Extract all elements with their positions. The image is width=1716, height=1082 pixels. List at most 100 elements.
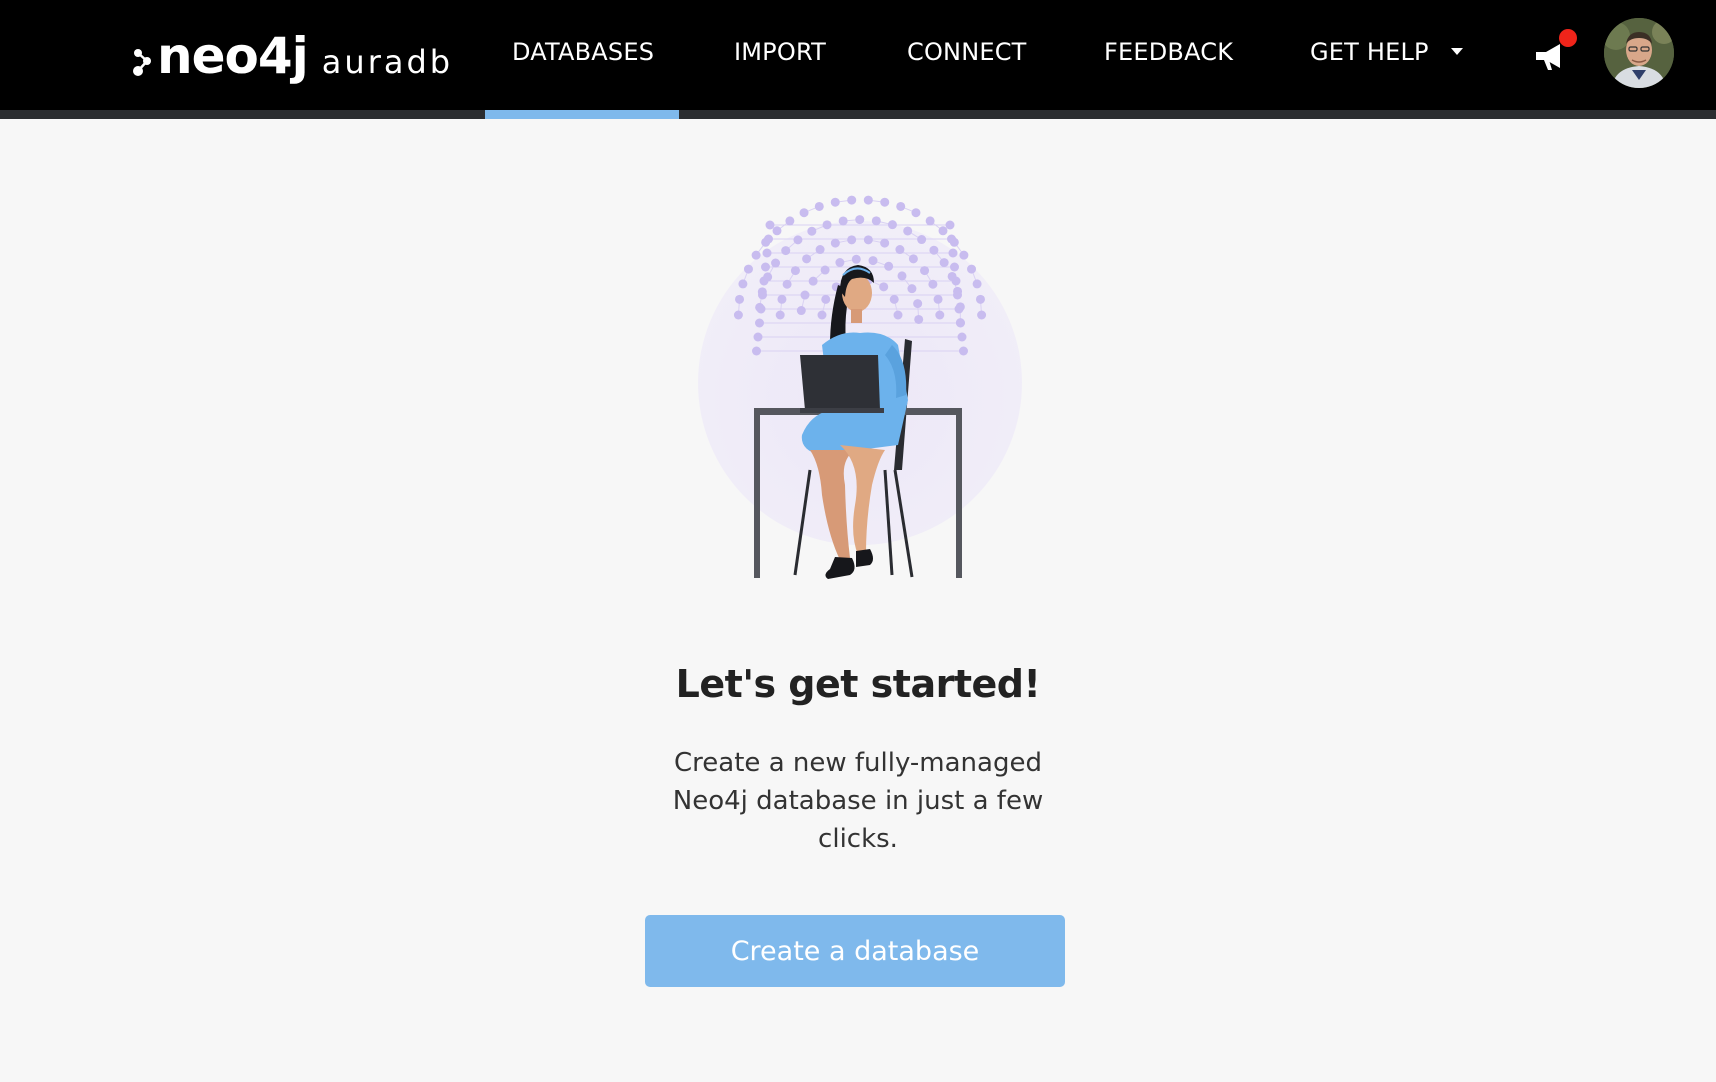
graph-node-dot	[762, 248, 772, 258]
nav-item-get-help[interactable]: GET HELP	[1310, 38, 1463, 66]
graph-node-dot	[893, 310, 903, 320]
graph-node-dot	[830, 238, 840, 248]
graph-node-dot	[814, 201, 824, 211]
graph-node-dot	[895, 245, 905, 255]
graph-node-dot	[764, 234, 773, 244]
avatar-photo	[1604, 18, 1674, 88]
notification-badge	[1559, 29, 1577, 47]
graph-node-dot	[790, 266, 800, 276]
graph-node-dot	[782, 279, 792, 289]
graph-node-dot	[914, 314, 924, 324]
graph-node-dot	[959, 346, 968, 356]
graph-node-dot	[977, 310, 987, 320]
graph-node-dot	[871, 216, 881, 226]
graph-node-dot	[903, 226, 913, 236]
graph-node-dot	[761, 262, 770, 272]
graph-node-dot	[777, 294, 787, 304]
graph-node-dot	[735, 294, 745, 304]
graph-node-dot	[887, 220, 897, 230]
graph-node-dot	[954, 304, 964, 314]
graph-node-dot	[925, 216, 935, 226]
nav-item-feedback[interactable]: FEEDBACK	[1104, 38, 1233, 66]
active-tab-indicator	[485, 110, 679, 119]
neo4j-auradb-logo[interactable]: neo4j auradb	[133, 26, 453, 86]
graph-node-dot	[907, 284, 917, 294]
graph-node-dot	[793, 235, 803, 245]
graph-node-dot	[822, 220, 832, 230]
graph-node-dot	[945, 220, 955, 230]
graph-node-dot	[820, 265, 830, 275]
graph-node-dot	[911, 208, 921, 218]
graph-node-dot	[917, 235, 927, 245]
graph-node-dot	[967, 264, 977, 274]
logo-product-name: auradb	[321, 43, 454, 81]
graph-node-dot	[799, 208, 809, 218]
graph-node-dot	[847, 235, 857, 245]
graph-node-dot	[879, 282, 889, 292]
graph-node-dot	[781, 246, 791, 256]
graph-node-dot	[908, 254, 918, 264]
graph-node-dot	[830, 197, 840, 207]
graph-node-dot	[815, 245, 825, 255]
graph-node-dot	[951, 276, 961, 286]
graph-node-dot	[913, 299, 923, 309]
graph-node-dot	[950, 262, 959, 272]
graph-node-dot	[771, 258, 781, 268]
graph-node-dot	[817, 310, 827, 320]
nav-item-import[interactable]: IMPORT	[734, 38, 826, 66]
graph-node-dot	[935, 310, 945, 320]
graph-node-dot	[975, 294, 985, 304]
graph-node-dot	[733, 310, 743, 320]
graph-node-dot	[956, 318, 965, 328]
graph-node-dot	[752, 346, 761, 356]
graph-node-dot	[751, 250, 761, 260]
graph-node-dot	[851, 254, 861, 264]
graph-node-dot	[838, 216, 848, 226]
graph-node-dot	[847, 195, 857, 205]
graph-node-dot	[855, 215, 865, 225]
graph-node-dot	[756, 304, 766, 314]
graph-node-dot	[758, 290, 767, 300]
graph-node-dot	[880, 197, 890, 207]
graph-node-dot	[933, 294, 943, 304]
graph-node-dot	[753, 332, 763, 342]
graph-node-dot	[759, 276, 769, 286]
graph-node-dot	[868, 256, 878, 266]
graph-node-dot	[947, 234, 956, 244]
graph-node-dot	[889, 294, 899, 304]
graph-node-dot	[920, 266, 930, 276]
graph-node-dot	[765, 220, 775, 230]
neo4j-graph-mark-icon	[133, 49, 151, 76]
graph-node-dot	[755, 318, 764, 328]
graph-node-dot	[785, 216, 795, 226]
page-title: Let's get started!	[675, 662, 1041, 706]
graph-node-dot	[821, 294, 831, 304]
chevron-down-icon	[1450, 47, 1463, 55]
graph-node-dot	[743, 264, 753, 274]
graph-node-dot	[948, 248, 958, 258]
graph-node-dot	[738, 279, 748, 289]
user-avatar[interactable]	[1604, 18, 1674, 88]
nav-item-connect[interactable]: CONNECT	[907, 38, 1027, 66]
woman-at-laptop-illustration	[698, 195, 1022, 579]
get-help-label: GET HELP	[1310, 38, 1429, 66]
graph-node-dot	[802, 254, 812, 264]
nav-underline-track	[0, 110, 1716, 119]
nav-item-databases[interactable]: DATABASES	[512, 38, 654, 66]
graph-node-dot	[863, 235, 873, 245]
logo-wordmark: neo4j	[157, 27, 309, 85]
graph-node-dot	[972, 279, 982, 289]
graph-node-dot	[953, 290, 962, 300]
graph-node-dot	[800, 290, 810, 300]
graph-node-dot	[957, 332, 967, 342]
page-description: Create a new fully-managed Neo4j databas…	[672, 748, 1044, 854]
create-database-button[interactable]: Create a database	[645, 915, 1065, 987]
graph-node-dot	[938, 226, 948, 236]
graph-node-dot	[835, 258, 845, 268]
graph-node-dot	[884, 261, 894, 271]
graph-node-dot	[880, 238, 890, 248]
graph-node-dot	[929, 245, 939, 255]
graph-node-dot	[897, 271, 907, 281]
graph-node-dot	[896, 201, 906, 211]
graph-node-dot	[959, 250, 969, 260]
